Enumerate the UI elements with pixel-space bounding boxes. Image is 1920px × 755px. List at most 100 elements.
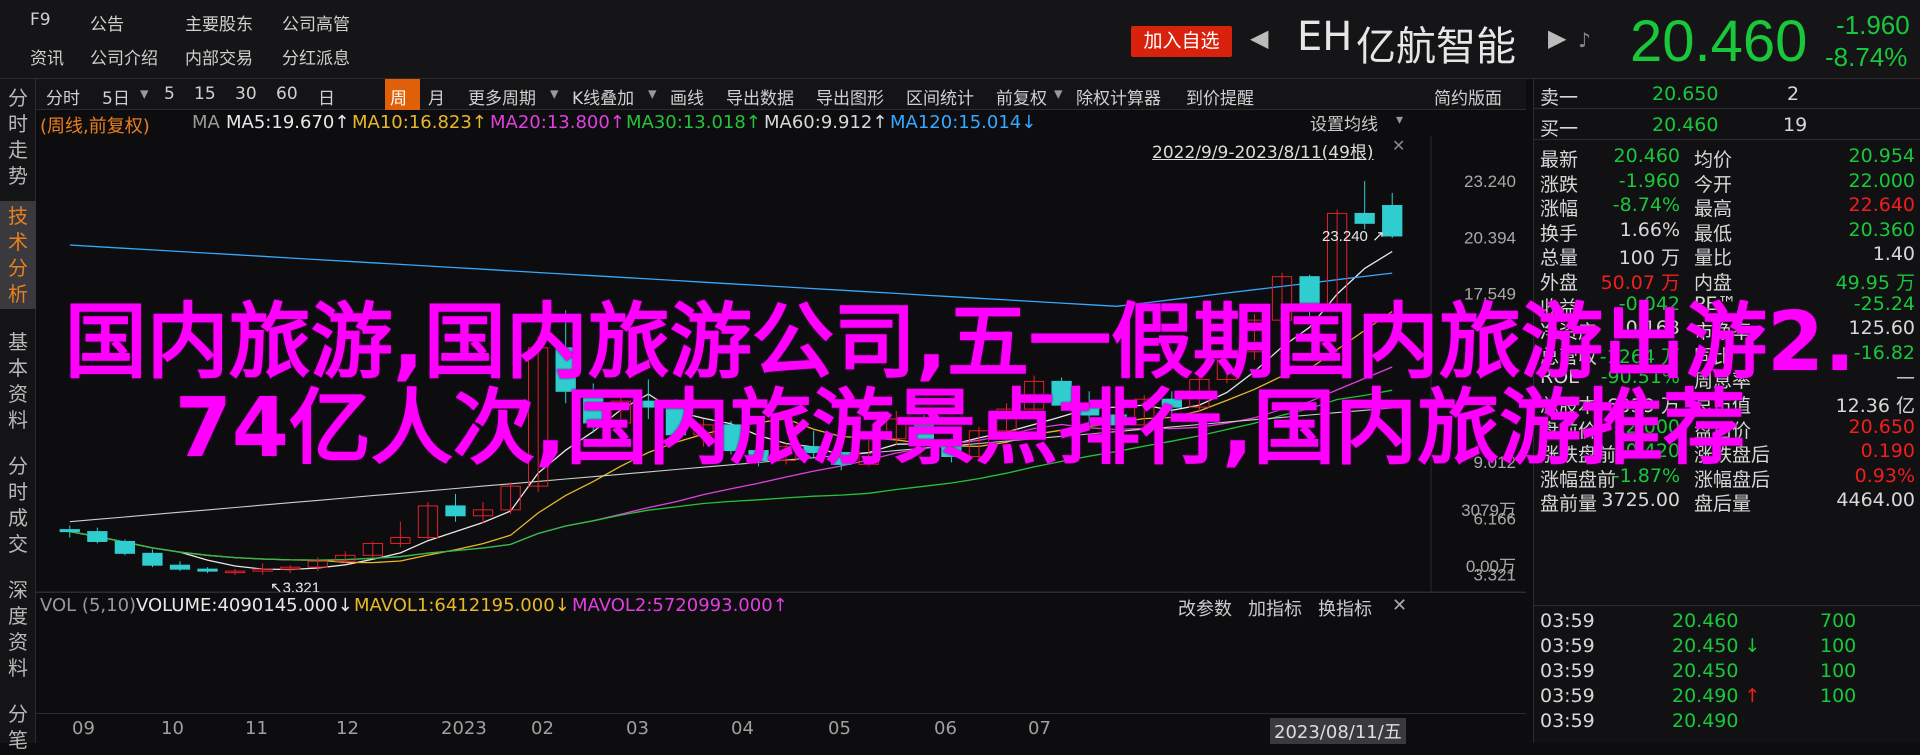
x-tick-label: 05	[828, 718, 851, 739]
dropdown-icon[interactable]: ▾	[550, 84, 559, 104]
modify-params-button[interactable]: 改参数	[1178, 595, 1232, 621]
quote-label: 量比	[1694, 247, 1733, 270]
quote-row: 盘前量 3725.00 盘后量 4464.00	[1534, 489, 1920, 519]
menu-major-shareholders[interactable]: 主要股东	[185, 10, 253, 35]
candle-body	[142, 552, 163, 566]
tb-simple-layout[interactable]: 简约版面	[1434, 84, 1502, 109]
y-tick-label: 9.012	[1473, 453, 1516, 472]
tb-month[interactable]: 月	[428, 84, 445, 109]
tb-forward-adjust[interactable]: 前复权	[996, 84, 1047, 109]
quote-value: 4464.00	[1836, 489, 1915, 512]
buy1-row: 买一 20.460 19	[1534, 110, 1920, 140]
rail-trades[interactable]: 分时成交	[0, 451, 36, 559]
rail-technical[interactable]: 技术分析	[0, 201, 36, 309]
candle-body	[59, 529, 80, 533]
ma120-line	[69, 244, 1393, 307]
menu-company-intro[interactable]: 公司介绍	[90, 44, 158, 69]
tb-30min[interactable]: 30	[235, 84, 257, 104]
tb-export-data[interactable]: 导出数据	[726, 84, 794, 109]
dropdown-icon[interactable]: ▾	[1396, 112, 1403, 128]
stock-name: 亿航智能	[1356, 24, 1516, 70]
ma-label: MA	[192, 112, 220, 133]
add-indicator-button[interactable]: 加指标	[1248, 595, 1302, 621]
adjust-label[interactable]: (周线,前复权)	[40, 112, 150, 138]
tb-export-image[interactable]: 导出图形	[816, 84, 884, 109]
menu-dividends[interactable]: 分红派息	[282, 44, 350, 69]
menu-f9[interactable]: F9	[30, 10, 51, 30]
x-tick-label: 04	[731, 718, 754, 739]
tb-15min[interactable]: 15	[194, 84, 216, 104]
dropdown-icon[interactable]: ▾	[140, 84, 149, 104]
close-icon[interactable]: ✕	[1392, 595, 1407, 616]
quote-value: 6039 万	[1606, 395, 1680, 417]
candle-body	[1382, 205, 1403, 237]
menu-executives[interactable]: 公司高管	[282, 10, 350, 35]
quote-value: 50.07 万	[1600, 272, 1680, 294]
next-stock-icon[interactable]: ▶	[1548, 24, 1566, 52]
quote-label: 内盘	[1694, 272, 1733, 294]
tb-week[interactable]: 周	[390, 84, 407, 109]
candle-body	[913, 418, 935, 446]
quote-value: 0.163	[1625, 317, 1680, 340]
current-price: 20.460	[1630, 9, 1808, 74]
pin-icon[interactable]: ✕	[1392, 136, 1405, 155]
x-axis: 09 10 11 12 2023 02 03 04 05 06 07 2023/08/11/五	[36, 713, 1526, 744]
quote-value: -1264 万	[1599, 345, 1680, 368]
buy1-label: 买一	[1540, 118, 1579, 140]
candle-body	[87, 531, 108, 542]
tb-ex-rights-calc[interactable]: 除权计算器	[1076, 84, 1161, 109]
tb-intraday[interactable]: 分时	[46, 84, 80, 109]
candle-body	[665, 406, 687, 436]
tb-5min[interactable]: 5	[164, 84, 175, 104]
ma30-value: MA30:13.018↑	[626, 112, 761, 133]
quote-value: 22.000	[1848, 169, 1915, 192]
quote-label: 最高	[1694, 198, 1733, 221]
tb-5day[interactable]: 5日	[102, 84, 130, 109]
dropdown-icon[interactable]: ▾	[1054, 84, 1063, 104]
quote-value: 12.36 亿	[1835, 395, 1915, 417]
tb-price-alert[interactable]: 到价提醒	[1186, 84, 1254, 109]
quote-label: ROE	[1540, 366, 1581, 389]
dropdown-icon[interactable]: ▾	[648, 84, 657, 104]
tick-volume: 100	[1820, 635, 1857, 657]
quote-value: -90.51%	[1600, 366, 1680, 389]
rail-depth[interactable]: 深度资料	[0, 575, 36, 683]
menu-insider-trading[interactable]: 内部交易	[185, 44, 253, 69]
tick-price: 20.460	[1672, 610, 1739, 632]
menu-announcement[interactable]: 公告	[90, 10, 124, 35]
rail-fundamentals[interactable]: 基本资料	[0, 327, 36, 435]
ma-setting-link[interactable]: 设置均线	[1310, 110, 1378, 135]
quote-label: 涨幅	[1540, 198, 1579, 221]
quote-value: 3725.00	[1601, 489, 1680, 512]
quote-value: 22.000	[1613, 415, 1680, 438]
candle-body	[720, 424, 742, 452]
kline-chart[interactable]: 23.240 20.394 17.549 9.012 6.166 3.321 3079万 0.…	[36, 112, 1526, 736]
add-watchlist-button[interactable]: 加入自选	[1131, 26, 1232, 57]
tb-range-stats[interactable]: 区间统计	[906, 84, 974, 109]
quote-label: 收益	[1540, 296, 1579, 319]
alert-bell-icon[interactable]: ♪	[1578, 28, 1591, 52]
tick-time: 03:59	[1540, 610, 1595, 632]
x-tick-label: 12	[336, 718, 359, 739]
rail-intraday[interactable]: 分时走势	[0, 83, 36, 191]
quote-value: 125.60	[1848, 317, 1915, 340]
tb-more-period[interactable]: 更多周期	[468, 84, 536, 109]
tb-kline-overlay[interactable]: K线叠加	[572, 84, 634, 109]
prev-stock-icon[interactable]: ◀	[1250, 24, 1268, 52]
quote-value: -0.420	[1618, 440, 1680, 463]
menu-news[interactable]: 资讯	[30, 44, 64, 69]
y-tick-label: 17.549	[1464, 284, 1516, 303]
switch-indicator-button[interactable]: 换指标	[1318, 595, 1372, 621]
tb-day[interactable]: 日	[318, 84, 335, 109]
quote-value: 0.93%	[1854, 464, 1915, 487]
quote-label: 净资产	[1540, 321, 1598, 344]
ma-line-2	[69, 366, 1393, 561]
rail-ticks[interactable]: 分笔	[0, 699, 36, 755]
tb-60min[interactable]: 60	[276, 84, 298, 104]
quote-label: 盘前价	[1540, 419, 1598, 442]
x-tick-label: 02	[531, 718, 554, 739]
quote-value: 20.650	[1848, 415, 1915, 438]
quote-label: 盘后量	[1694, 493, 1752, 516]
tb-draw[interactable]: 画线	[670, 84, 704, 109]
volume-header: VOL (5,10) VOLUME:4090145.000↓ MAVOL1:64…	[36, 592, 1526, 620]
